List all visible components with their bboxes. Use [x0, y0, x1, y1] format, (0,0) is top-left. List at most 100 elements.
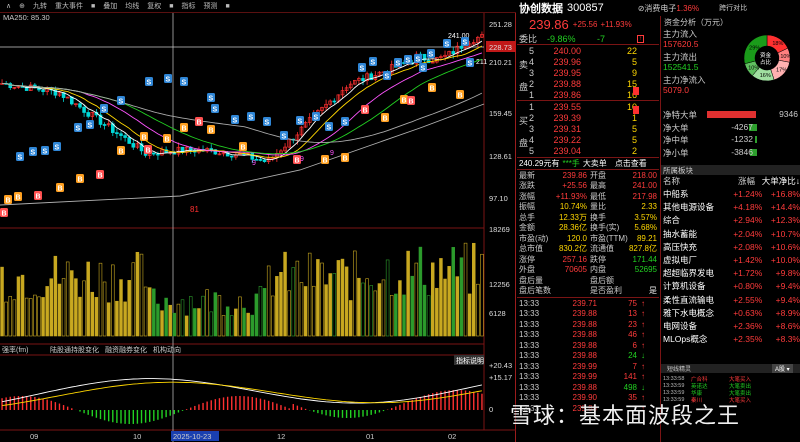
arrow-up-icon: ↑	[641, 372, 645, 381]
volume-bar	[37, 296, 41, 337]
svg-text:S: S	[282, 134, 287, 141]
toolbar-item-0[interactable]: ∧	[3, 2, 14, 10]
sector-row[interactable]: 电网设备 +2.36% +8.6%	[663, 320, 800, 332]
last-price: 239.86	[529, 16, 569, 32]
svg-text:B: B	[2, 211, 7, 218]
netflow-value: -1232	[731, 134, 753, 144]
capital-value: 157620.5	[663, 39, 699, 49]
toolbar-item-9[interactable]: 指标	[178, 1, 198, 11]
quote-label: 最低	[590, 191, 606, 201]
volume-bar	[312, 285, 316, 337]
kline-chart-area[interactable]: 251.28 228.73 210.21 159.45 128.61 97.10 241.0…	[0, 0, 516, 442]
sector-change: +1.24%	[733, 189, 763, 199]
sector-row[interactable]: 其他电源设备 +4.18% +14.4%	[663, 201, 800, 213]
volume-bar	[127, 280, 131, 337]
sector-name: 综合	[663, 215, 681, 226]
toolbar-item-7[interactable]: 复权	[144, 1, 164, 11]
svg-text:B: B	[430, 86, 435, 93]
sector-row[interactable]: 综合 +2.94% +12.3%	[663, 214, 800, 226]
volume-bar	[135, 251, 140, 337]
sector-name: 抽水蓄能	[663, 228, 698, 239]
pan-label: 盘	[519, 82, 529, 92]
stock-name: 协创数据	[519, 3, 563, 15]
toolbar-item-10[interactable]: 预测	[200, 1, 220, 11]
short-line-tab[interactable]: A股 ▾	[772, 364, 793, 373]
signal-markers: SS SSS SSSS S SSSS SSSSSSSSSSS S SSSS SSBB B BBBBB…	[0, 37, 474, 218]
volume-bar	[152, 288, 156, 337]
big-order-summary[interactable]: 240.29元有 ***手 大卖单 点击查看	[519, 158, 661, 169]
candle-body	[451, 51, 456, 55]
sector-row[interactable]: 雅下水电概念 +0.63% +8.9%	[663, 307, 800, 319]
volume-bar	[418, 246, 423, 337]
sector-row[interactable]: 高压快充 +2.08% +10.6%	[663, 241, 800, 253]
click-view-link[interactable]: 点击查看	[615, 158, 647, 169]
watermark: 雪球：基本面波段之王	[510, 404, 741, 429]
volume-bar	[180, 299, 185, 337]
sector-col-change[interactable]: 涨幅	[716, 175, 755, 187]
short-line-title[interactable]: 短线精灵	[667, 364, 691, 373]
sector-netratio: +9.4%	[775, 294, 800, 305]
volume-bar	[406, 250, 410, 337]
volume-bar	[41, 297, 45, 337]
arrow-down-icon: ↓	[641, 351, 645, 360]
arrow-up-icon: ↑	[641, 298, 645, 308]
volume-bar	[353, 250, 357, 337]
bid-level: 1	[529, 101, 535, 112]
volume-bar	[398, 280, 402, 337]
netflow-label: 净小单	[663, 147, 689, 158]
bid-price: 239.55	[553, 101, 581, 112]
toolbar-item-3[interactable]: 重大事件	[52, 1, 86, 11]
sector-row[interactable]: 抽水蓄能 +2.04% +10.7%	[663, 228, 800, 240]
volume-bar	[29, 298, 33, 337]
kline-svg[interactable]: 251.28228.73210.21159.45128.6197.10241.0…	[0, 0, 516, 442]
tick-time: 13:33	[519, 382, 540, 392]
toolbar-item-8[interactable]: ■	[166, 3, 176, 10]
sector-row[interactable]: 虚拟电厂 +1.42% +10.0%	[663, 254, 800, 266]
volume-bar	[303, 286, 308, 337]
volume-bar	[344, 266, 349, 337]
toolbar-item-2[interactable]: 九转	[30, 1, 50, 11]
sector-row[interactable]: 超超临界发电 +1.72% +9.8%	[663, 267, 800, 279]
quote-value: 241.00	[632, 181, 657, 190]
sector-tag[interactable]: ⊘消费电子	[638, 3, 677, 14]
volume-bar	[439, 258, 443, 337]
tick-volume: 6	[632, 340, 637, 350]
sector-row[interactable]: 柔性直流输电 +2.55% +9.4%	[663, 294, 800, 306]
price-axis-label: 128.61	[489, 152, 512, 161]
tick-price: 239.88	[572, 340, 597, 350]
quote-value: 是	[649, 286, 657, 295]
x-axis-label: 10	[133, 432, 141, 441]
toolbar-item-5[interactable]: 叠加	[100, 1, 120, 11]
toolbar-item-1[interactable]: ⊕	[16, 2, 28, 10]
sector-row[interactable]: MLOps概念 +2.35% +8.3%	[663, 333, 800, 345]
sector-row[interactable]: 中船系 +1.24% +16.8%	[663, 188, 800, 200]
sector-col-netratio[interactable]: 大单净比↓	[755, 175, 800, 187]
quote-row: 市盈(动) 120.0 市盈(TTM) 89.21	[519, 233, 659, 243]
sector-row[interactable]: 计算机设备 +0.80% +9.4%	[663, 280, 800, 292]
volume-bar	[12, 299, 17, 337]
wei-bi-toggle-icon[interactable]: ↑	[637, 34, 644, 43]
trade-tick-row: 13:33 239.71 75 ↑	[519, 298, 659, 308]
quote-label: 金额	[519, 223, 535, 232]
toolbar-item-6[interactable]: 均线	[122, 1, 142, 11]
x-axis-label: 12	[277, 432, 285, 441]
big-order-hands: ***手	[562, 159, 580, 168]
volume-bar	[172, 312, 177, 337]
toolbar-item-11[interactable]: ■	[222, 3, 232, 10]
ask-price: 239.95	[553, 67, 581, 78]
quote-value: 52695	[634, 265, 657, 274]
tick-price: 239.99	[572, 372, 597, 381]
compare-link[interactable]: 跨行对比	[719, 3, 747, 13]
quote-row: 总手 12.33万 换手 3.57%	[519, 212, 659, 222]
bid-row-3: 3 239.31 5	[519, 123, 659, 134]
toolbar-item-4[interactable]: ■	[88, 3, 98, 10]
quote-label: 盘后量	[519, 275, 543, 285]
svg-text:S: S	[406, 58, 411, 65]
volume-bar	[283, 251, 287, 337]
volume-axis-label: 18269	[489, 225, 510, 234]
volume-bar	[49, 278, 54, 337]
volume-bar	[201, 295, 205, 337]
svg-text:S: S	[343, 120, 348, 127]
sector-col-name[interactable]: 名称	[663, 175, 716, 187]
arrow-up-icon: ↑	[641, 330, 645, 339]
